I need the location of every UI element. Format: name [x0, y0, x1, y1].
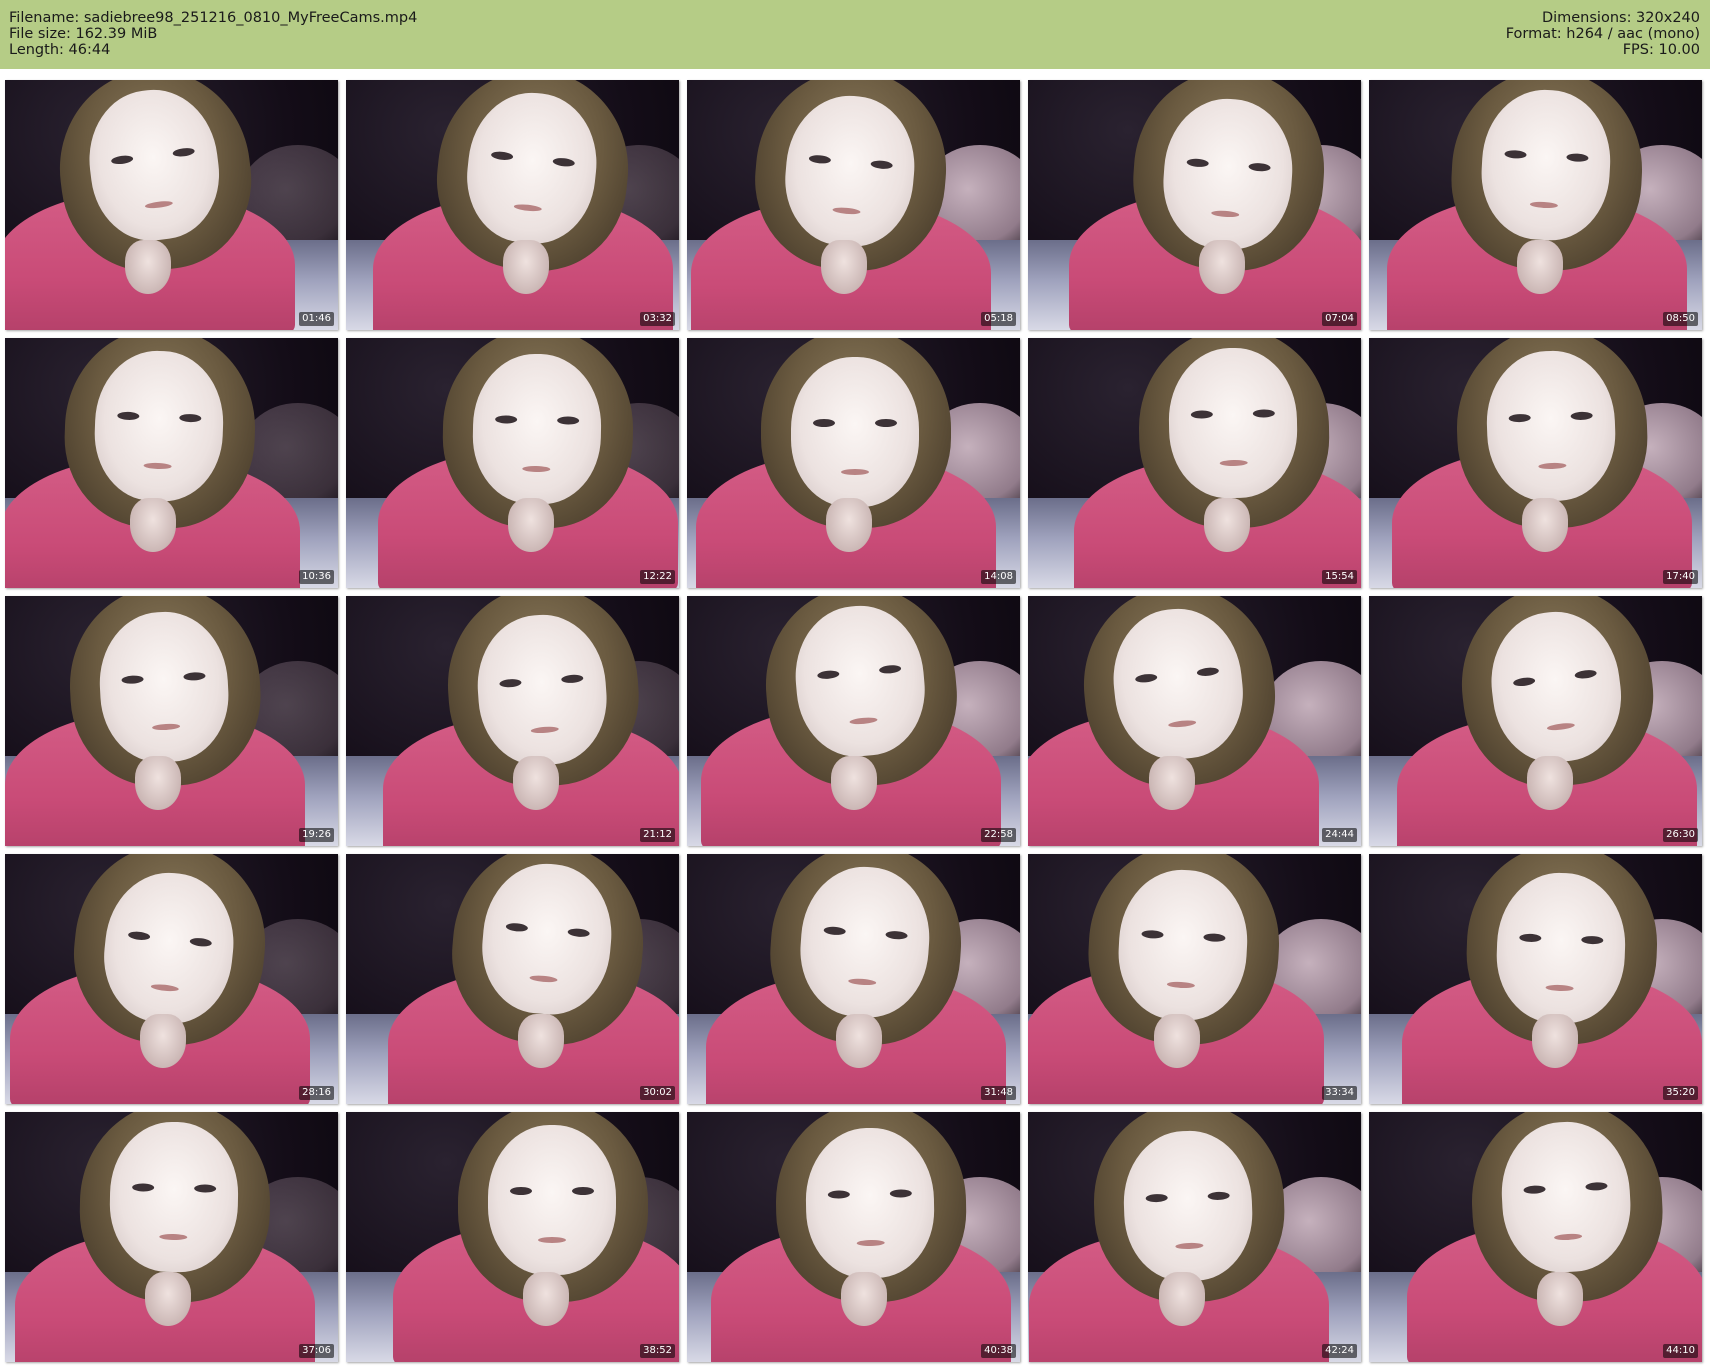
timestamp-label: 01:46 — [299, 312, 334, 326]
timestamp-label: 30:02 — [640, 1086, 675, 1100]
timestamp-label: 37:06 — [299, 1344, 334, 1358]
video-thumbnail: 44:10 — [1369, 1112, 1702, 1362]
timestamp-label: 33:34 — [1322, 1086, 1357, 1100]
video-thumbnail: 26:30 — [1369, 596, 1702, 846]
format-text: Format: h264 / aac (mono) — [1505, 26, 1700, 42]
video-thumbnail: 40:38 — [687, 1112, 1020, 1362]
timestamp-label: 26:30 — [1663, 828, 1698, 842]
video-thumbnail: 03:32 — [346, 80, 679, 330]
thumbnail-image — [687, 338, 1020, 588]
thumbnail-image — [687, 1112, 1020, 1362]
video-thumbnail: 22:58 — [687, 596, 1020, 846]
thumbnail-image — [5, 338, 338, 588]
timestamp-label: 08:50 — [1663, 312, 1698, 326]
video-thumbnail: 21:12 — [346, 596, 679, 846]
thumbnail-image — [687, 854, 1020, 1104]
video-info: Dimensions: 320x240 Format: h264 / aac (… — [1506, 10, 1700, 58]
timestamp-label: 22:58 — [981, 828, 1016, 842]
timestamp-label: 40:38 — [981, 1344, 1016, 1358]
timestamp-label: 28:16 — [299, 1086, 334, 1100]
video-thumbnail: 30:02 — [346, 854, 679, 1104]
timestamp-label: 44:10 — [1663, 1344, 1698, 1358]
dimensions-text: Dimensions: 320x240 — [1541, 10, 1700, 26]
thumbnail-image — [1028, 80, 1361, 330]
timestamp-label: 07:04 — [1322, 312, 1357, 326]
timestamp-label: 17:40 — [1663, 570, 1698, 584]
timestamp-label: 05:18 — [981, 312, 1016, 326]
timestamp-label: 03:32 — [640, 312, 675, 326]
timestamp-label: 19:26 — [299, 828, 334, 842]
video-thumbnail: 12:22 — [346, 338, 679, 588]
thumbnail-image — [346, 80, 679, 330]
filename-text: Filename: sadiebree98_251216_0810_MyFree… — [9, 10, 418, 26]
timestamp-label: 24:44 — [1322, 828, 1357, 842]
video-thumbnail: 01:46 — [5, 80, 338, 330]
metadata-header: Filename: sadiebree98_251216_0810_MyFree… — [0, 0, 1710, 69]
video-thumbnail: 28:16 — [5, 854, 338, 1104]
thumbnail-image — [5, 80, 338, 330]
video-thumbnail: 05:18 — [687, 80, 1020, 330]
timestamp-label: 35:20 — [1663, 1086, 1698, 1100]
thumbnail-image — [346, 596, 679, 846]
video-thumbnail: 15:54 — [1028, 338, 1361, 588]
thumbnail-image — [1369, 338, 1702, 588]
thumbnail-image — [687, 596, 1020, 846]
video-thumbnail: 31:48 — [687, 854, 1020, 1104]
fps-text: FPS: 10.00 — [1622, 42, 1700, 58]
thumbnail-image — [5, 854, 338, 1104]
video-thumbnail: 19:26 — [5, 596, 338, 846]
thumbnail-image — [1028, 1112, 1361, 1362]
timestamp-label: 15:54 — [1322, 570, 1357, 584]
timestamp-label: 10:36 — [299, 570, 334, 584]
thumbnail-image — [1028, 854, 1361, 1104]
thumbnail-image — [5, 1112, 338, 1362]
filesize-text: File size: 162.39 MiB — [9, 26, 158, 42]
video-thumbnail: 17:40 — [1369, 338, 1702, 588]
thumbnail-grid: 01:46 03:32 05:18 07:04 08:50 10:36 12:22 14:08… — [5, 80, 1702, 1362]
timestamp-label: 21:12 — [640, 828, 675, 842]
video-thumbnail: 10:36 — [5, 338, 338, 588]
file-info: Filename: sadiebree98_251216_0810_MyFree… — [9, 10, 417, 58]
video-thumbnail: 07:04 — [1028, 80, 1361, 330]
video-thumbnail: 33:34 — [1028, 854, 1361, 1104]
thumbnail-image — [1369, 1112, 1702, 1362]
video-thumbnail: 38:52 — [346, 1112, 679, 1362]
thumbnail-image — [5, 596, 338, 846]
thumbnail-image — [1369, 596, 1702, 846]
thumbnail-image — [1369, 80, 1702, 330]
thumbnail-image — [687, 80, 1020, 330]
thumbnail-image — [1028, 338, 1361, 588]
video-thumbnail: 35:20 — [1369, 854, 1702, 1104]
thumbnail-image — [1369, 854, 1702, 1104]
thumbnail-image — [1028, 596, 1361, 846]
timestamp-label: 14:08 — [981, 570, 1016, 584]
video-thumbnail: 37:06 — [5, 1112, 338, 1362]
timestamp-label: 12:22 — [640, 570, 675, 584]
video-thumbnail: 08:50 — [1369, 80, 1702, 330]
video-thumbnail: 24:44 — [1028, 596, 1361, 846]
length-text: Length: 46:44 — [9, 42, 111, 58]
timestamp-label: 38:52 — [640, 1344, 675, 1358]
timestamp-label: 31:48 — [981, 1086, 1016, 1100]
thumbnail-image — [346, 338, 679, 588]
timestamp-label: 42:24 — [1322, 1344, 1357, 1358]
video-thumbnail: 14:08 — [687, 338, 1020, 588]
thumbnail-image — [346, 1112, 679, 1362]
video-thumbnail: 42:24 — [1028, 1112, 1361, 1362]
thumbnail-image — [346, 854, 679, 1104]
